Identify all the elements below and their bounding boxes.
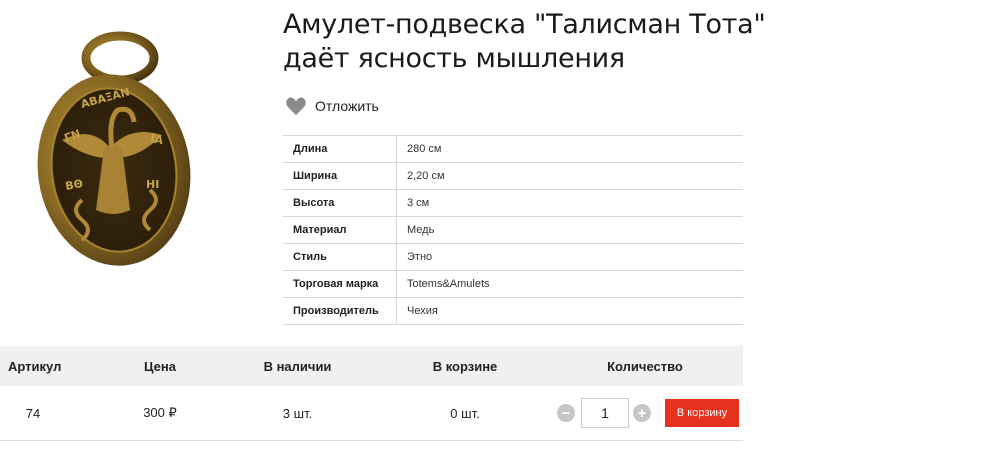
product-image: ΑΒΑΞΑΝ ΓΝ ΙΑ ΒΘ ΗΙ xyxy=(37,31,191,266)
spec-value: Чехия xyxy=(396,297,743,325)
minus-icon[interactable]: − xyxy=(557,404,575,422)
product-title: Амулет-подвеска "Талисман Тота" даёт ясн… xyxy=(283,8,766,76)
add-to-cart-button[interactable]: В корзину xyxy=(665,399,739,427)
spec-row: Ширина 2,20 см xyxy=(283,162,743,190)
header-quantity: Количество xyxy=(607,358,683,374)
row-in-cart: 0 шт. xyxy=(450,405,480,421)
plus-icon[interactable]: + xyxy=(633,404,651,422)
header-in-cart: В корзине xyxy=(432,358,498,374)
spec-row: Производитель Чехия xyxy=(283,297,743,325)
spec-name: Ширина xyxy=(283,162,397,190)
spec-name: Стиль xyxy=(283,243,397,271)
spec-value: 2,20 см xyxy=(396,162,743,190)
spec-value: 3 см xyxy=(396,189,743,217)
header-article: Артикул xyxy=(8,358,62,374)
wishlist-button[interactable]: Отложить xyxy=(285,95,379,117)
spec-row: Торговая марка Totems&Amulets xyxy=(283,270,743,298)
spec-row: Длина 280 см xyxy=(283,135,743,163)
header-availability: В наличии xyxy=(263,358,332,374)
stock-table-header: Артикул Цена В наличии В корзине Количес… xyxy=(0,346,743,386)
quantity-stepper: − + В корзину xyxy=(557,386,739,440)
spec-name: Высота xyxy=(283,189,397,217)
spec-value: 280 см xyxy=(396,135,743,163)
quantity-input[interactable] xyxy=(581,398,629,428)
spec-row: Материал Медь xyxy=(283,216,743,244)
spec-name: Длина xyxy=(283,135,397,163)
spec-row: Высота 3 см xyxy=(283,189,743,217)
heart-icon xyxy=(286,97,306,116)
specs-table: Длина 280 см Ширина 2,20 см Высота 3 см Матери… xyxy=(283,135,743,325)
product-title-line2: даёт ясность мышления xyxy=(283,43,625,74)
spec-value: Totems&Amulets xyxy=(396,270,743,298)
spec-value: Медь xyxy=(396,216,743,244)
product-title-line1: Амулет-подвеска "Талисман Тота" xyxy=(283,9,766,40)
header-price: Цена xyxy=(144,358,176,374)
row-article: 74 xyxy=(25,405,41,421)
svg-text:ΗΙ: ΗΙ xyxy=(146,178,159,191)
spec-name: Торговая марка xyxy=(283,270,397,298)
row-availability: 3 шт. xyxy=(282,405,313,421)
spec-value: Этно xyxy=(396,243,743,271)
row-price: 300 ₽ xyxy=(143,405,177,420)
stock-row: 74 300 ₽ 3 шт. 0 шт. − + В корзину xyxy=(0,386,743,441)
spec-name: Материал xyxy=(283,216,397,244)
wishlist-label: Отложить xyxy=(315,98,379,114)
spec-name: Производитель xyxy=(283,297,397,325)
spec-row: Стиль Этно xyxy=(283,243,743,271)
